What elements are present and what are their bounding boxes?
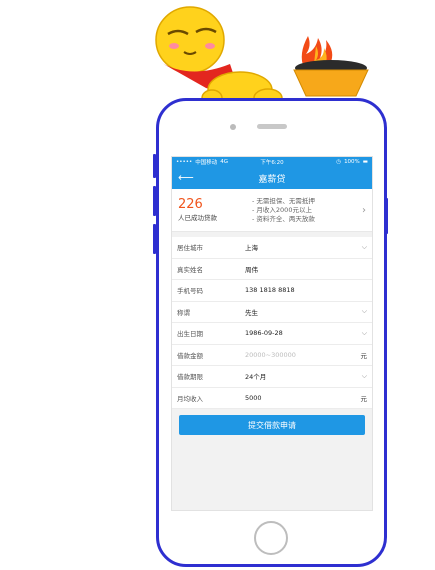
earpiece-speaker <box>257 124 287 129</box>
amount-row[interactable]: 借款金额 20000~300000 元 <box>172 345 372 366</box>
loan-form: 居住城市 上海 ⌵ 真实姓名 周伟 手机号码 138 1818 8818 称谓 … <box>172 237 372 409</box>
volume-up-button <box>153 186 156 216</box>
front-camera <box>230 124 236 130</box>
chevron-down-icon[interactable]: ⌵ <box>357 243 367 252</box>
feature-item: - 无需担保、无需抵押 <box>252 196 315 205</box>
chevron-down-icon[interactable]: ⌵ <box>357 372 367 381</box>
income-unit: 元 <box>360 394 368 403</box>
city-row[interactable]: 居住城市 上海 ⌵ <box>172 237 372 259</box>
success-count-label: 人已成功贷款 <box>178 214 217 222</box>
chevron-down-icon[interactable]: ⌵ <box>357 329 367 338</box>
phone-label: 手机号码 <box>177 287 203 296</box>
term-select[interactable]: 24个月 <box>245 371 357 381</box>
city-label: 居住城市 <box>177 244 203 253</box>
term-label: 借款期限 <box>177 373 203 382</box>
title-row[interactable]: 称谓 先生 ⌵ <box>172 302 372 323</box>
amount-unit: 元 <box>360 351 368 360</box>
feature-list: - 无需担保、无需抵押 - 月收入2000元以上 - 资料齐全、两天放款 <box>252 197 358 224</box>
chevron-right-icon[interactable]: › <box>362 205 366 216</box>
income-row[interactable]: 月均收入 5000 元 <box>172 388 372 409</box>
term-row[interactable]: 借款期限 24个月 ⌵ <box>172 366 372 388</box>
birthdate-label: 出生日期 <box>177 330 203 339</box>
birthdate-row[interactable]: 出生日期 1986-09-28 ⌵ <box>172 323 372 345</box>
submit-button[interactable]: 提交借款申请 <box>179 415 365 435</box>
home-button[interactable] <box>254 521 288 555</box>
city-select[interactable]: 上海 <box>245 242 357 252</box>
app-screen: ••••• 中国移动 4G 下午6:20 ◷ 100% ▬ ⟵ 嘉薪贷 226 … <box>171 156 373 511</box>
fire-bowl-icon <box>293 36 369 97</box>
chevron-down-icon[interactable]: ⌵ <box>357 307 367 316</box>
nav-bar: ⟵ 嘉薪贷 <box>172 167 372 189</box>
status-bar: ••••• 中国移动 4G 下午6:20 ◷ 100% ▬ <box>172 157 372 167</box>
salutation-label: 称谓 <box>177 308 190 317</box>
success-stat: 226 人已成功贷款 <box>178 197 252 223</box>
name-row[interactable]: 真实姓名 周伟 <box>172 259 372 280</box>
volume-down-button <box>153 224 156 254</box>
name-input[interactable]: 周伟 <box>245 264 367 274</box>
income-input[interactable]: 5000 <box>245 394 357 402</box>
salutation-select[interactable]: 先生 <box>245 307 357 317</box>
back-arrow-icon[interactable]: ⟵ <box>178 171 194 184</box>
mute-switch <box>153 154 156 178</box>
birthdate-select[interactable]: 1986-09-28 <box>245 329 357 337</box>
promo-banner[interactable]: 226 人已成功贷款 - 无需担保、无需抵押 - 月收入2000元以上 - 资料… <box>172 189 372 232</box>
phone-input[interactable]: 138 1818 8818 <box>245 286 367 294</box>
name-label: 真实姓名 <box>177 265 203 274</box>
page-title: 嘉薪贷 <box>258 174 286 185</box>
feature-item: - 资料齐全、两天放款 <box>252 214 315 223</box>
success-count: 226 <box>178 197 203 212</box>
income-label: 月均收入 <box>177 394 203 403</box>
power-button <box>385 198 388 234</box>
amount-input[interactable]: 20000~300000 <box>245 351 357 359</box>
feature-item: - 月收入2000元以上 <box>252 205 312 214</box>
amount-label: 借款金额 <box>177 351 203 360</box>
phone-row[interactable]: 手机号码 138 1818 8818 <box>172 280 372 302</box>
clock: 下午6:20 <box>260 160 284 166</box>
